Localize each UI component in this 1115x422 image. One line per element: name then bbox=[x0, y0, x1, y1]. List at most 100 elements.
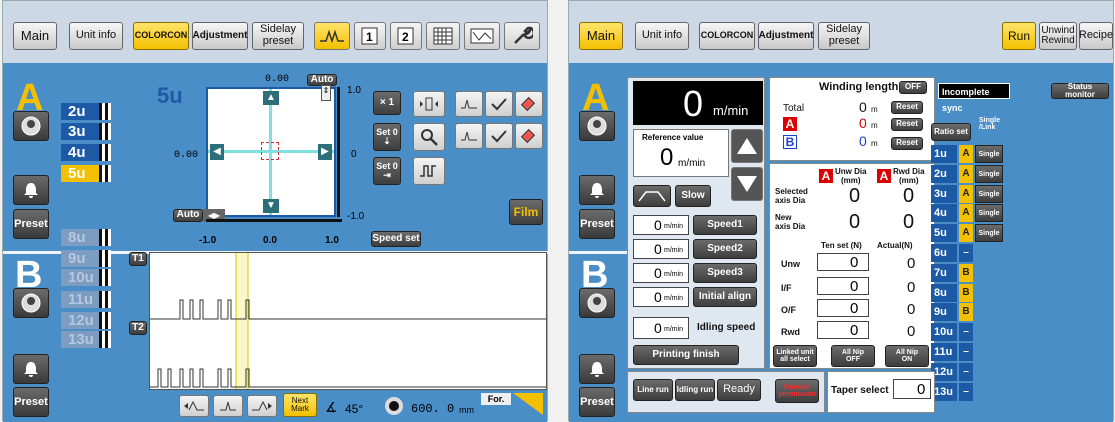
speed-set-button[interactable]: Speed set bbox=[371, 231, 421, 247]
tab-unit-info[interactable]: Unit info bbox=[69, 22, 123, 50]
tab-main-right[interactable]: Main bbox=[579, 22, 623, 50]
direction-corner-icon[interactable] bbox=[513, 393, 543, 415]
tab-recipe[interactable]: Recipe bbox=[1079, 22, 1113, 50]
taper-select-input[interactable]: 0 bbox=[893, 379, 931, 399]
ratio-row-unit[interactable]: 4u bbox=[931, 204, 957, 223]
unit-11u[interactable]: 11u bbox=[61, 291, 99, 308]
next-mark-button[interactable]: Next Mark bbox=[283, 393, 317, 417]
rwd-tension-set-input[interactable]: 0 bbox=[817, 321, 869, 339]
speed1-button[interactable]: Speed1 bbox=[693, 215, 757, 235]
ratio-row-group[interactable]: B bbox=[959, 283, 973, 302]
unit-8u[interactable]: 8u bbox=[61, 229, 99, 246]
tab-sidelay-preset-right[interactable]: Sidelay preset bbox=[818, 22, 870, 50]
ratio-row-unit[interactable]: 9u bbox=[931, 303, 957, 322]
if-tension-set-input[interactable]: 0 bbox=[817, 277, 869, 295]
chart-icon[interactable] bbox=[464, 22, 500, 50]
signal-t2-icon[interactable] bbox=[455, 123, 483, 149]
ratio-row-unit[interactable]: 6u bbox=[931, 244, 957, 262]
tab-unit-info-right[interactable]: Unit info bbox=[635, 22, 689, 50]
of-tension-set-input[interactable]: 0 bbox=[817, 299, 869, 317]
ratio-row-unit[interactable]: 8u bbox=[931, 283, 957, 302]
unit-10u[interactable]: 10u bbox=[61, 269, 99, 286]
ratio-row-group[interactable]: B bbox=[959, 263, 973, 282]
tab-adjustment[interactable]: Adjustment bbox=[192, 22, 248, 50]
signal-check-t1-icon[interactable] bbox=[485, 91, 513, 117]
bell-icon-a[interactable] bbox=[13, 175, 49, 205]
speed-up-button[interactable] bbox=[731, 129, 763, 163]
operate-permission-button[interactable]: Operate permission bbox=[775, 379, 819, 403]
ratio-row-unit[interactable]: 3u bbox=[931, 184, 957, 203]
ratio-row-unit[interactable]: 7u bbox=[931, 263, 957, 282]
zoom-icon[interactable] bbox=[413, 123, 445, 151]
line-run-button[interactable]: Line run bbox=[633, 379, 673, 401]
eraser-t1-icon[interactable] bbox=[515, 91, 543, 117]
initial-align-value-box[interactable]: 0 m/min bbox=[633, 287, 689, 307]
unit-4u[interactable]: 4u bbox=[61, 144, 99, 161]
waveform-tab-icon[interactable] bbox=[314, 22, 350, 50]
operator-icon-b-right[interactable] bbox=[579, 288, 615, 318]
unit-13u[interactable]: 13u bbox=[61, 331, 99, 348]
unit-9u[interactable]: 9u bbox=[61, 250, 99, 267]
bell-icon-b-right[interactable] bbox=[579, 354, 615, 384]
all-nip-off-button[interactable]: All Nip OFF bbox=[831, 345, 875, 367]
ratio-row-group[interactable]: – bbox=[959, 382, 973, 401]
arrow-right-button[interactable]: ▶ bbox=[318, 144, 332, 160]
slow-button[interactable]: Slow bbox=[675, 185, 711, 207]
ratio-row-group[interactable]: A bbox=[959, 224, 973, 243]
operator-icon-b[interactable] bbox=[13, 288, 49, 318]
ratio-row-link[interactable]: Single bbox=[975, 224, 1003, 243]
arrow-left-button[interactable]: ◀ bbox=[210, 144, 224, 160]
all-nip-on-button[interactable]: All Nip ON bbox=[885, 345, 929, 367]
set0-horizontal-button[interactable]: Set 0 ⇥ bbox=[373, 157, 401, 185]
winding-a-reset[interactable]: Reset bbox=[891, 118, 923, 131]
ready-button[interactable]: Ready bbox=[717, 379, 761, 401]
operator-icon-a[interactable] bbox=[13, 111, 49, 141]
status-monitor-button[interactable]: Status monitor bbox=[1051, 82, 1109, 99]
ratio-row-group[interactable]: – bbox=[959, 343, 973, 361]
ratio-row-group[interactable]: A bbox=[959, 204, 973, 223]
pulse-icon[interactable] bbox=[413, 157, 445, 185]
ratio-row-unit[interactable]: 2u bbox=[931, 164, 957, 183]
tab-adjustment-right[interactable]: Adjustment bbox=[758, 22, 814, 50]
scale-x1-button[interactable]: × 1 bbox=[373, 91, 401, 115]
ratio-row-link[interactable]: Single bbox=[975, 204, 1003, 223]
mark-center-icon[interactable] bbox=[213, 395, 243, 417]
speed3-button[interactable]: Speed3 bbox=[693, 263, 757, 283]
printing-finish-button[interactable]: Printing finish bbox=[633, 345, 739, 365]
preset-button-a-right[interactable]: Preset bbox=[579, 209, 615, 239]
ratio-row-group[interactable]: – bbox=[959, 244, 973, 262]
eraser-t2-icon[interactable] bbox=[515, 123, 543, 149]
ratio-set-button[interactable]: Ratio set bbox=[931, 123, 971, 141]
linked-unit-all-select-button[interactable]: Linked unit all select bbox=[773, 345, 817, 367]
speed1-value-box[interactable]: 0 m/min bbox=[633, 215, 689, 235]
tab-unwind-rewind[interactable]: Unwind Rewind bbox=[1039, 22, 1077, 50]
initial-align-button[interactable]: Initial align bbox=[693, 287, 757, 307]
idling-run-button[interactable]: Idling run bbox=[675, 379, 715, 401]
wrench-icon[interactable] bbox=[504, 22, 540, 50]
ratio-row-link[interactable]: Single bbox=[975, 184, 1003, 203]
preset-button-b-right[interactable]: Preset bbox=[579, 387, 615, 417]
mark-prev-icon[interactable] bbox=[179, 395, 209, 417]
tab-sidelay-preset[interactable]: Sidelay preset bbox=[252, 22, 304, 50]
set0-vertical-button[interactable]: Set 0 ⇣ bbox=[373, 123, 401, 151]
unit-5u[interactable]: 5u bbox=[61, 165, 99, 182]
idling-value-box[interactable]: 0 m/min bbox=[633, 317, 689, 339]
xy-position-plot[interactable]: ▲ ▼ ◀ ▶ bbox=[206, 87, 336, 217]
ratio-row-link[interactable]: Single bbox=[975, 164, 1003, 183]
arrow-down-button[interactable]: ▼ bbox=[263, 199, 279, 213]
ratio-row-group[interactable]: A bbox=[959, 145, 973, 163]
winding-b-reset[interactable]: Reset bbox=[891, 137, 923, 150]
ratio-row-unit[interactable]: 11u bbox=[931, 343, 957, 361]
ratio-row-group[interactable]: A bbox=[959, 164, 973, 183]
unit-3u[interactable]: 3u bbox=[61, 123, 99, 140]
unit-2u[interactable]: 2u bbox=[61, 103, 99, 120]
speed3-value-box[interactable]: 0 m/min bbox=[633, 263, 689, 283]
unw-tension-set-input[interactable]: 0 bbox=[817, 253, 869, 271]
tab-colorcon[interactable]: COLORCON bbox=[133, 22, 189, 50]
ratio-row-link[interactable]: Single bbox=[975, 145, 1003, 163]
signal-check-t2-icon[interactable] bbox=[485, 123, 513, 149]
tab-main[interactable]: Main bbox=[13, 22, 57, 50]
preset-button-b[interactable]: Preset bbox=[13, 387, 49, 417]
page-2-icon[interactable]: 2 bbox=[390, 22, 422, 50]
ratio-row-unit[interactable]: 5u bbox=[931, 224, 957, 243]
